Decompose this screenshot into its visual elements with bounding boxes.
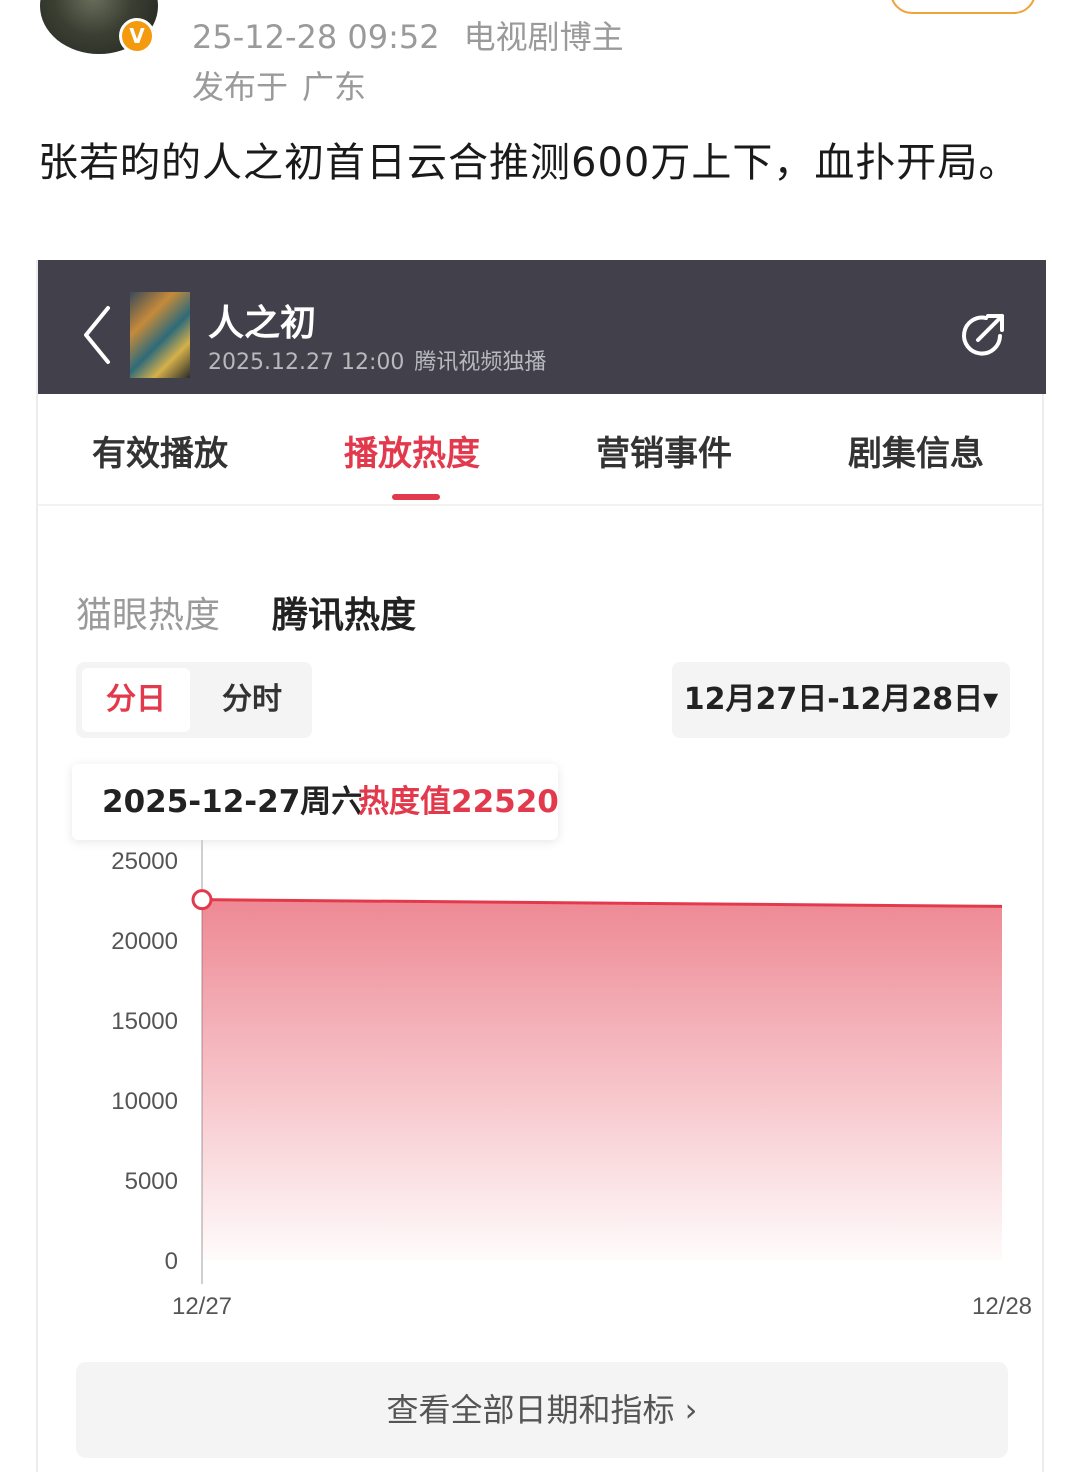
show-subtitle: 2025.12.27 12:00 腾讯视频独播 [208,344,546,376]
post-text: 张若昀的人之初首日云合推测600万上下，血扑开局。 [38,140,1020,186]
subtab-tencent-heat[interactable]: 腾讯热度 [272,586,416,638]
date-range-select[interactable]: 12月27日-12月28日▾ [672,662,1010,738]
tab-play-heat[interactable]: 播放热度 [344,426,480,475]
author-tag: 电视剧博主 [463,18,624,56]
x-tick-label: 12/27 [172,1293,232,1320]
segment-daily-label: 分日 [106,682,166,717]
app-header: 人之初 2025.12.27 12:00 腾讯视频独播 [38,260,1046,394]
show-title: 人之初 [208,303,317,344]
y-tick-label: 0 [165,1248,178,1275]
verified-icon: V [119,18,155,54]
y-tick-label: 20000 [111,928,178,955]
show-poster [130,292,190,378]
y-tick-label: 15000 [111,1008,178,1035]
chevron-left-icon[interactable] [80,300,116,374]
embedded-screenshot: 人之初 2025.12.27 12:00 腾讯视频独播 有效播放 播放热度 营销事… [36,260,1046,1472]
data-point[interactable] [191,889,213,911]
subtab-maoyan-heat[interactable]: 猫眼热度 [76,586,220,638]
x-tick-label: 12/28 [972,1293,1032,1320]
heat-area [202,899,1002,1260]
segment-hourly-label: 分时 [222,682,282,717]
view-all-button[interactable]: 查看全部日期和指标 › [76,1362,1008,1458]
tab-effective-plays[interactable]: 有效播放 [92,426,228,475]
tab-marketing-events[interactable]: 营销事件 [596,426,732,475]
location-prefix: 发布于 [192,68,289,106]
post-location: 发布于 广东 [192,62,366,108]
post-meta: 25-12-28 09:52 电视剧博主 [192,12,624,58]
tab-series-info[interactable]: 剧集信息 [848,426,984,475]
post-timestamp: 25-12-28 09:52 [192,18,440,56]
follow-button[interactable] [890,0,1036,14]
share-icon[interactable] [956,306,1012,366]
y-tick-label: 5000 [125,1168,178,1195]
air-time: 2025.12.27 12:00 [208,350,405,375]
location-value: 广东 [302,68,367,106]
granularity-toggle: 分日 分时 [76,662,312,738]
heat-chart: 25000 20000 15000 10000 5000 0 12/27 12/28 [111,840,1032,1320]
y-tick-label: 10000 [111,1088,178,1115]
segment-daily[interactable]: 分日 [82,668,190,732]
platform: 腾讯视频独播 [414,350,547,375]
y-tick-label: 25000 [111,848,178,875]
segment-hourly[interactable]: 分时 [198,668,306,732]
tab-bar: 有效播放 播放热度 营销事件 剧集信息 [38,394,1042,506]
active-tab-indicator [392,494,440,500]
